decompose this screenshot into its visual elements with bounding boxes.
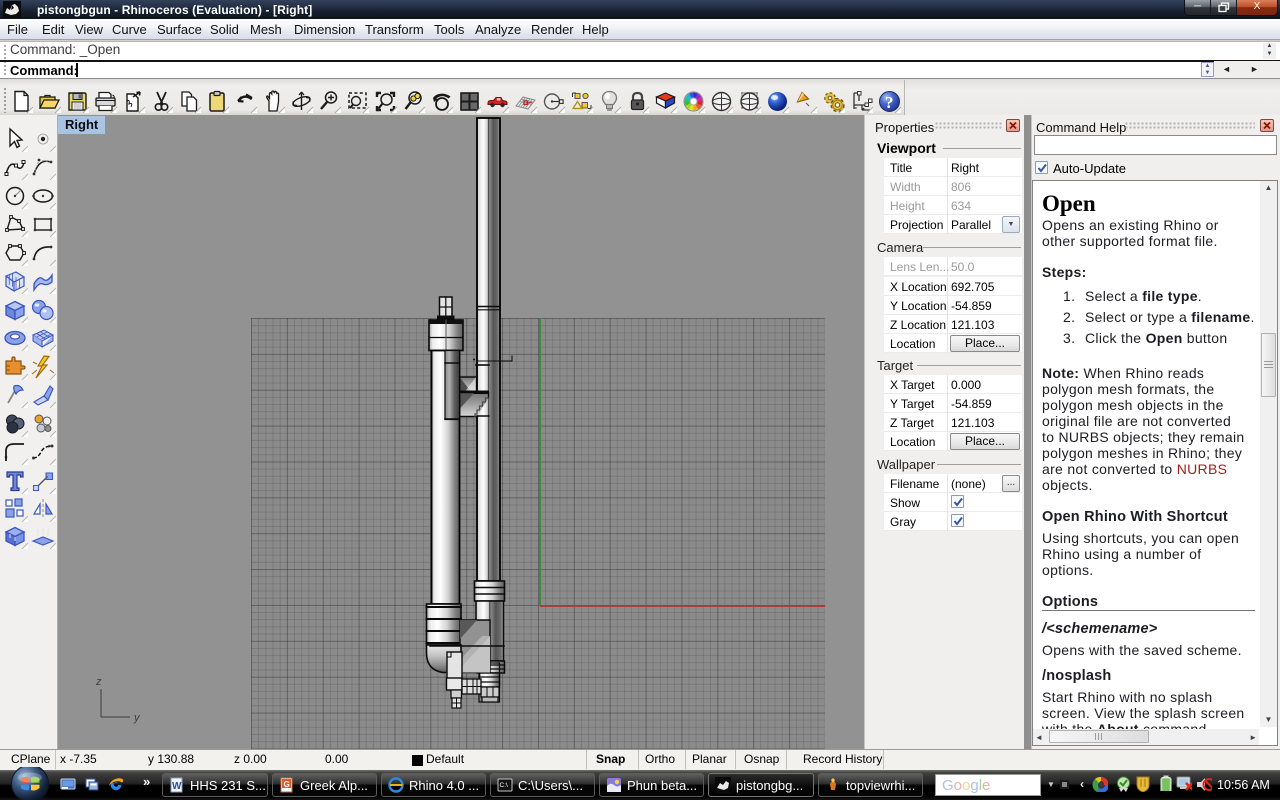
svg-text:y: y	[133, 712, 141, 724]
svg-text:G: G	[284, 780, 290, 789]
svg-text:C:\: C:\	[500, 782, 509, 789]
svg-text:?: ?	[885, 93, 894, 112]
svg-text:W: W	[172, 781, 182, 792]
svg-text:z: z	[95, 676, 102, 688]
